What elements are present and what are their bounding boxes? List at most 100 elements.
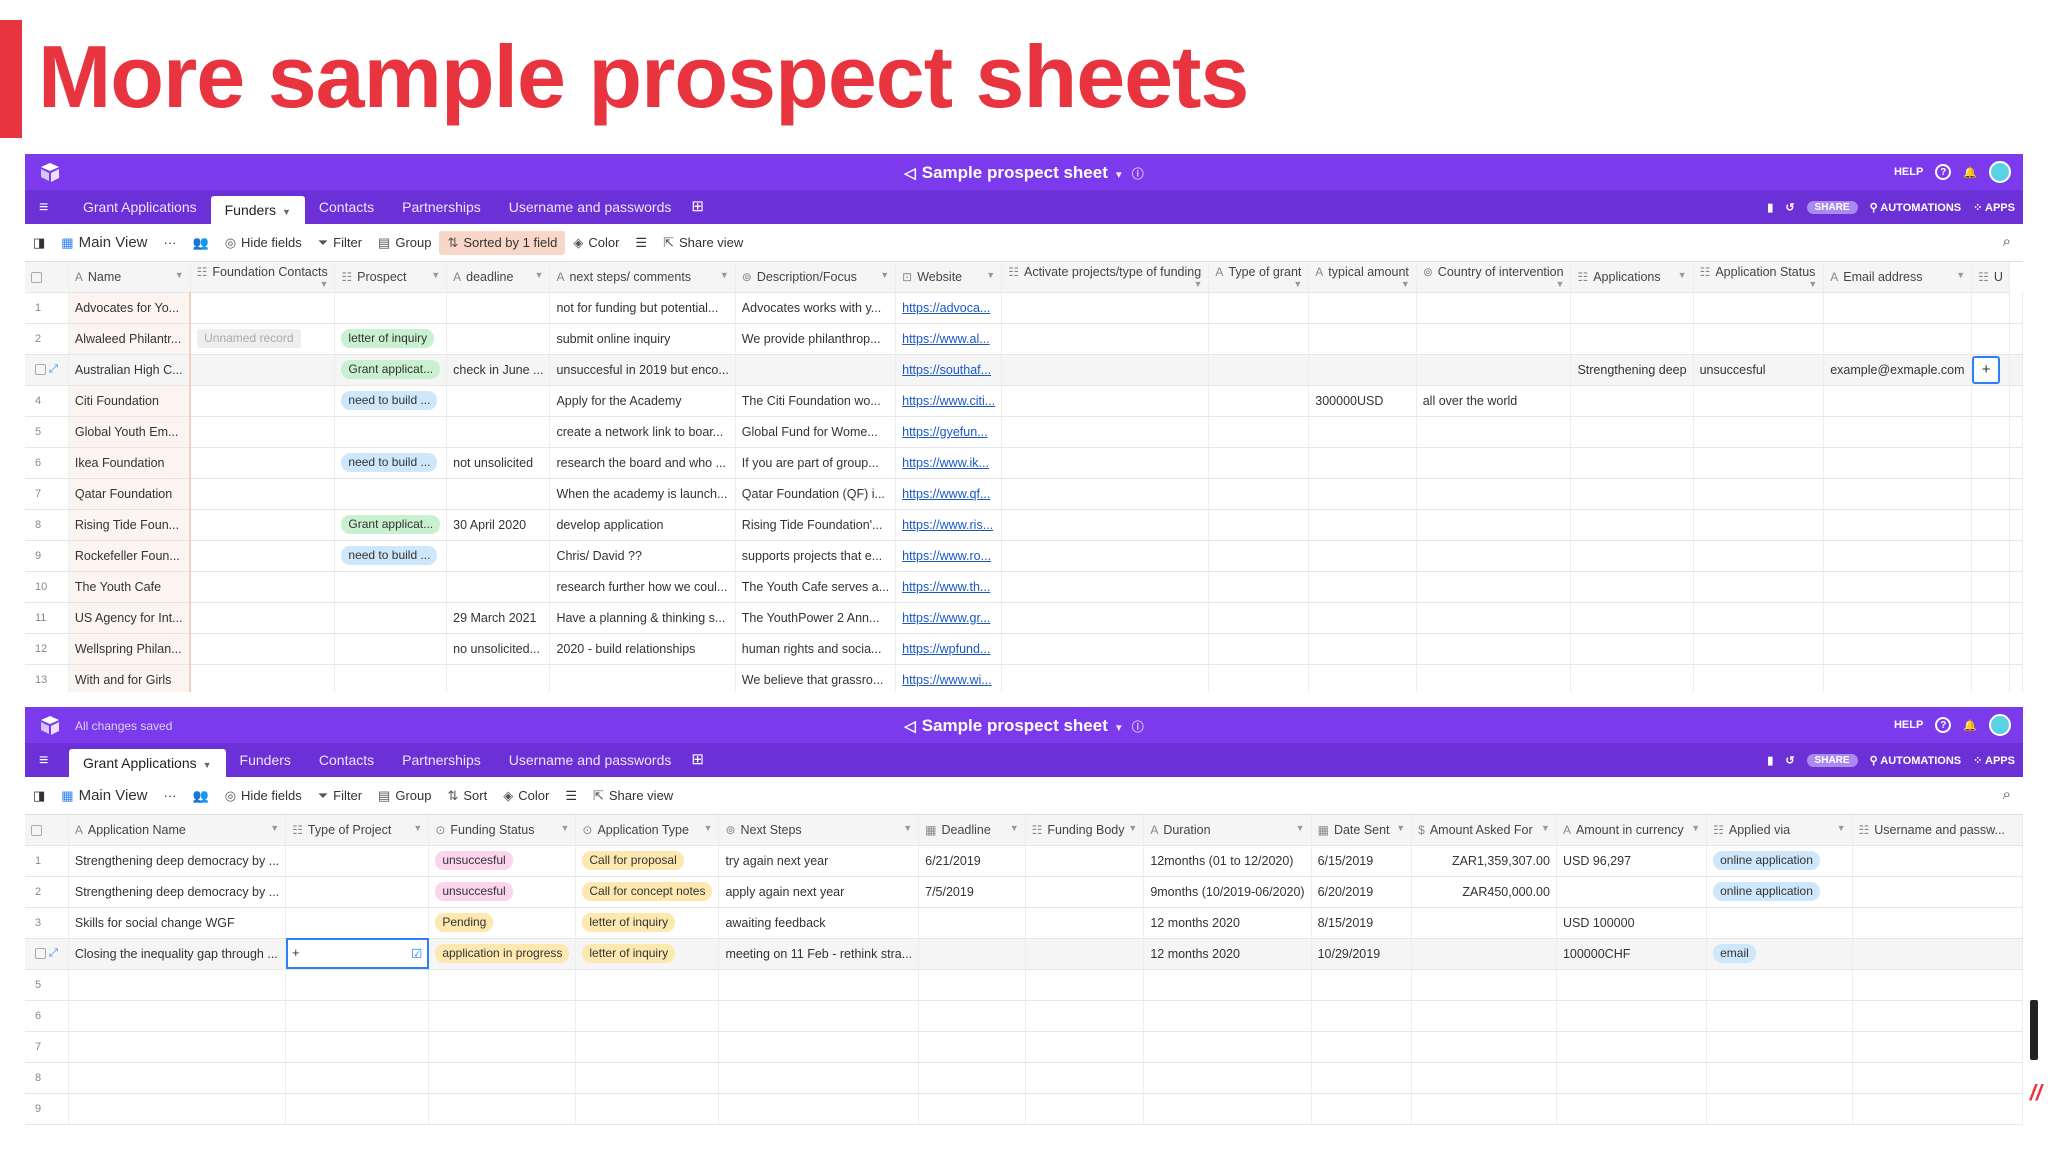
description-cell[interactable] [735,354,897,386]
funding-body-cell[interactable] [1025,845,1145,877]
tab-partnerships[interactable]: Partnerships [388,190,495,224]
empty-cell[interactable] [1025,1031,1145,1063]
deadline-cell[interactable] [446,292,551,324]
prospect-cell[interactable]: need to build ... [334,447,448,479]
extra-cell[interactable] [1971,540,2010,572]
typical-amount-cell[interactable] [1308,292,1417,324]
description-cell[interactable]: The YouthPower 2 Ann... [735,602,897,634]
chevron-down-icon[interactable]: ▼ [270,823,279,833]
name-cell[interactable]: Global Youth Em... [68,416,192,448]
empty-cell[interactable] [1311,1093,1413,1125]
prospect-cell[interactable] [334,416,448,448]
bell-icon[interactable]: 🔔 [1963,166,1977,179]
typical-amount-cell[interactable] [1308,509,1417,541]
empty-cell[interactable] [1556,969,1708,1001]
username-cell[interactable] [1852,845,2023,877]
duration-cell[interactable]: 12 months 2020 [1143,938,1312,970]
foundation-contacts-cell[interactable] [190,354,336,386]
extra-cell[interactable] [1971,571,2010,603]
email-cell[interactable] [1823,323,1973,355]
deadline-cell[interactable] [446,664,551,692]
empty-cell[interactable] [1311,969,1413,1001]
row-checkbox[interactable] [35,947,46,959]
tab-contacts[interactable]: Contacts [305,190,388,224]
funding-body-cell[interactable] [1025,907,1145,939]
funding-type-cell[interactable] [1001,478,1210,510]
dropdown-check-icon[interactable]: ☑ [411,946,422,961]
applications-cell[interactable] [1570,416,1694,448]
scrollbar-thumb[interactable] [2030,1000,2038,1060]
empty-cell[interactable] [575,1093,720,1125]
funding-body-cell[interactable] [1025,938,1145,970]
application-name-cell[interactable]: Closing the inequality gap through ... [68,938,287,970]
empty-row[interactable]: 9 [25,1093,2023,1125]
empty-cell[interactable] [428,1031,577,1063]
filter-button[interactable]: ⏷ Filter [310,788,370,804]
next-steps-cell[interactable]: create a network link to boar... [549,416,736,448]
extra-cell[interactable] [1971,385,2010,417]
battery-icon[interactable]: ▮ [1767,754,1773,767]
deadline-cell[interactable]: check in June ... [446,354,551,386]
row-height-icon[interactable]: ☰ [627,235,655,251]
empty-cell[interactable] [68,1062,287,1094]
column-header[interactable]: Atypical amount ▼ [1308,262,1417,293]
chevron-down-icon[interactable]: ▼ [704,823,713,833]
search-icon[interactable]: ⌕ [2003,786,2011,803]
amount-asked-cell[interactable]: ZAR1,359,307.00 [1411,845,1557,877]
table-row[interactable]: ⤢ Australian High C... Grant applicat... ch… [25,354,2023,386]
email-cell[interactable] [1823,478,1973,510]
checkbox[interactable] [31,271,42,283]
prospect-cell[interactable] [334,292,448,324]
add-icon[interactable]: + [292,946,299,960]
empty-cell[interactable] [718,1062,920,1094]
type-of-grant-cell[interactable] [1208,292,1310,324]
tab-funders[interactable]: Funders [226,743,305,777]
column-header[interactable]: Adeadline ▼ [446,262,551,293]
deadline-cell[interactable]: 7/5/2019 [918,876,1026,908]
country-cell[interactable] [1416,323,1572,355]
empty-row[interactable]: 6 [25,1000,2023,1032]
chevron-down-icon[interactable]: ▼ [319,279,328,289]
table-row[interactable]: 7 Qatar Foundation When the academy is lau… [25,478,2023,510]
empty-cell[interactable] [918,1031,1026,1063]
empty-cell[interactable] [1852,1093,2023,1125]
country-cell[interactable] [1416,509,1572,541]
chevron-down-icon[interactable]: ▼ [1956,270,1965,280]
applications-cell[interactable] [1570,664,1694,692]
share-button[interactable]: SHARE [1806,200,1858,214]
date-sent-cell[interactable]: 10/29/2019 [1311,938,1413,970]
view-switcher[interactable]: ▦ Main View [53,787,155,804]
help-icon[interactable]: ? [1935,717,1952,733]
amount-currency-cell[interactable]: 100000CHF [1556,938,1708,970]
table-row[interactable]: 2 Strengthening deep democracy by ... unsu… [25,876,2023,908]
table-row[interactable]: 13 With and for Girls We believe that gras… [25,664,2023,692]
tab-partnerships[interactable]: Partnerships [388,743,495,777]
next-steps-cell[interactable]: awaiting feedback [718,907,920,939]
next-steps-cell[interactable]: Have a planning & thinking s... [549,602,736,634]
empty-cell[interactable] [1311,1031,1413,1063]
prospect-cell[interactable] [334,571,448,603]
tab-grant-applications[interactable]: Grant Applications ▼ [69,749,226,777]
empty-cell[interactable] [285,969,430,1001]
column-header[interactable]: A Application Name ▼ [68,815,287,846]
chevron-down-icon[interactable]: ▼ [1396,823,1405,833]
description-cell[interactable]: We provide philanthrop... [735,323,897,355]
sort-button[interactable]: ⇅ Sorted by 1 field [439,230,566,255]
typical-amount-cell[interactable] [1308,633,1417,665]
applications-cell[interactable] [1570,385,1694,417]
empty-cell[interactable] [1852,969,2023,1001]
next-steps-cell[interactable]: not for funding but potential... [549,292,736,324]
empty-cell[interactable] [1025,1062,1145,1094]
empty-cell[interactable] [1411,969,1557,1001]
column-header[interactable]: A Amount in currency ▼ [1556,815,1708,846]
funding-type-cell[interactable] [1001,416,1210,448]
chevron-down-icon[interactable]: ▼ [1128,823,1137,833]
applications-cell[interactable] [1570,540,1694,572]
deadline-cell[interactable]: 30 April 2020 [446,509,551,541]
applications-cell[interactable] [1570,323,1694,355]
help-link[interactable]: HELP [1894,166,1923,178]
chevron-down-icon[interactable]: ▼ [903,823,912,833]
typical-amount-cell[interactable] [1308,478,1417,510]
empty-cell[interactable] [1311,1062,1413,1094]
sidebar-toggle-icon[interactable]: ◨ [25,788,53,804]
